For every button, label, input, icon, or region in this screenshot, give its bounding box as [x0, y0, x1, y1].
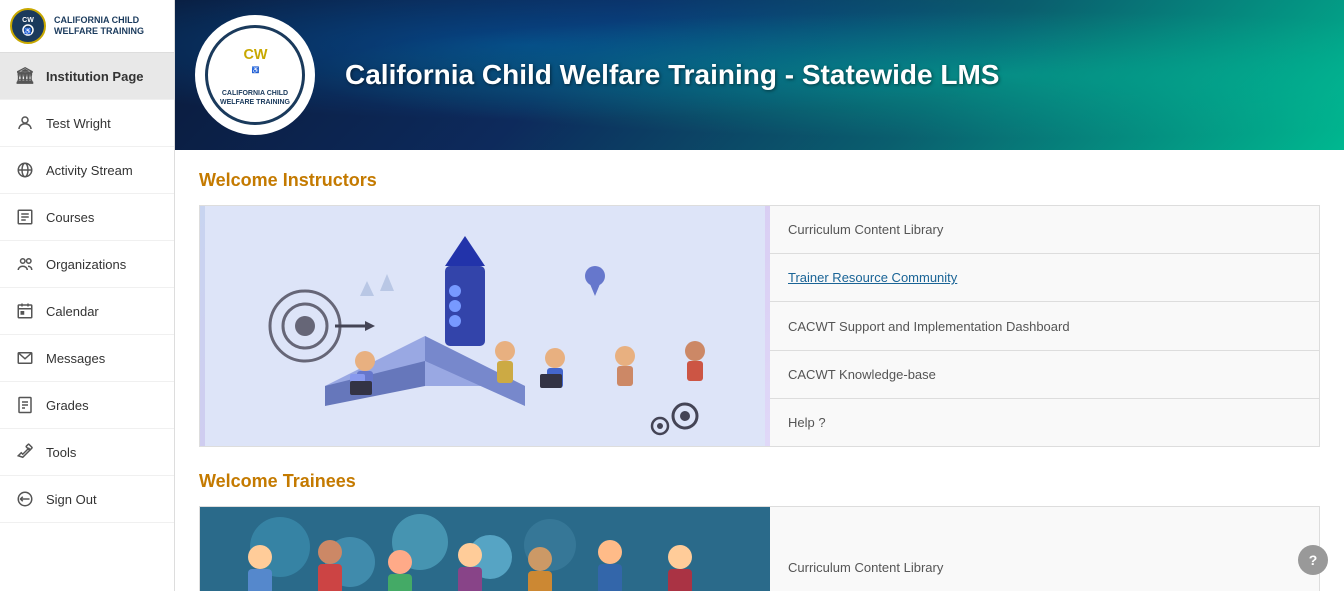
- trainees-illustration: [200, 507, 770, 591]
- sidebar-item-tools[interactable]: Tools: [0, 429, 174, 476]
- header-banner: CW ♿ CALIFORNIA Child Welfare Training C…: [175, 0, 1344, 150]
- sidebar-item-organizations[interactable]: Organizations: [0, 241, 174, 288]
- svg-text:♿: ♿: [24, 27, 32, 35]
- sidebar: CW ♿ CALIFORNIA Child Welfare Training 🏛…: [0, 0, 175, 591]
- sidebar-item-test-wright[interactable]: Test Wright: [0, 100, 174, 147]
- sidebar-item-courses[interactable]: Courses: [0, 194, 174, 241]
- globe-icon: [14, 159, 36, 181]
- cacwt-knowledge-base-link[interactable]: CACWT Knowledge-base: [770, 351, 1319, 399]
- help-button[interactable]: ?: [1298, 545, 1328, 575]
- trainees-section-title: Welcome Trainees: [199, 471, 1320, 492]
- banner-logo-inner: CW ♿ CALIFORNIA Child Welfare Training: [205, 25, 305, 125]
- svg-text:♿: ♿: [251, 66, 259, 74]
- instructors-panel: Curriculum Content Library Trainer Resou…: [199, 205, 1320, 447]
- calendar-icon: [14, 300, 36, 322]
- page-content: Welcome Instructors: [175, 150, 1344, 591]
- user-icon: [14, 112, 36, 134]
- svg-text:CW: CW: [243, 47, 267, 63]
- curriculum-content-library-link[interactable]: Curriculum Content Library: [770, 206, 1319, 254]
- sidebar-logo: CW ♿ CALIFORNIA Child Welfare Training: [0, 0, 174, 53]
- sign-out-icon: [14, 488, 36, 510]
- sidebar-item-sign-out[interactable]: Sign Out: [0, 476, 174, 523]
- banner-logo: CW ♿ CALIFORNIA Child Welfare Training: [195, 15, 315, 135]
- sidebar-item-calendar[interactable]: Calendar: [0, 288, 174, 335]
- sidebar-item-institution-page[interactable]: 🏛 Institution Page: [0, 53, 174, 100]
- cacwt-support-link[interactable]: CACWT Support and Implementation Dashboa…: [770, 302, 1319, 350]
- banner-title: California Child Welfare Training - Stat…: [345, 59, 999, 91]
- trainees-panel: Curriculum Content Library: [199, 506, 1320, 591]
- logo-icon: CW ♿: [10, 8, 46, 44]
- instructors-section-title: Welcome Instructors: [199, 170, 1320, 191]
- trainer-resource-community-link[interactable]: Trainer Resource Community: [770, 254, 1319, 302]
- instructors-section: Welcome Instructors: [199, 170, 1320, 447]
- svg-text:CW: CW: [22, 17, 34, 24]
- sidebar-item-messages[interactable]: Messages: [0, 335, 174, 382]
- institution-icon: 🏛: [14, 65, 36, 87]
- banner-logo-text: CALIFORNIA Child Welfare Training: [208, 90, 302, 107]
- tools-icon: [14, 441, 36, 463]
- organizations-icon: [14, 253, 36, 275]
- instructors-illustration: [200, 206, 770, 446]
- grades-icon: [14, 394, 36, 416]
- messages-icon: [14, 347, 36, 369]
- help-link[interactable]: Help ?: [770, 399, 1319, 446]
- sidebar-item-activity-stream[interactable]: Activity Stream: [0, 147, 174, 194]
- courses-icon: [14, 206, 36, 228]
- sidebar-navigation: 🏛 Institution Page Test Wright A: [0, 53, 174, 591]
- trainee-links-list: Curriculum Content Library: [770, 507, 1319, 591]
- instructor-links: Curriculum Content Library Trainer Resou…: [770, 206, 1319, 446]
- trainee-curriculum-link[interactable]: Curriculum Content Library: [770, 507, 1319, 591]
- sidebar-item-grades[interactable]: Grades: [0, 382, 174, 429]
- trainees-section: Welcome Trainees: [199, 471, 1320, 591]
- sidebar-logo-text: CALIFORNIA Child Welfare Training: [54, 15, 164, 37]
- main-content: CW ♿ CALIFORNIA Child Welfare Training C…: [175, 0, 1344, 591]
